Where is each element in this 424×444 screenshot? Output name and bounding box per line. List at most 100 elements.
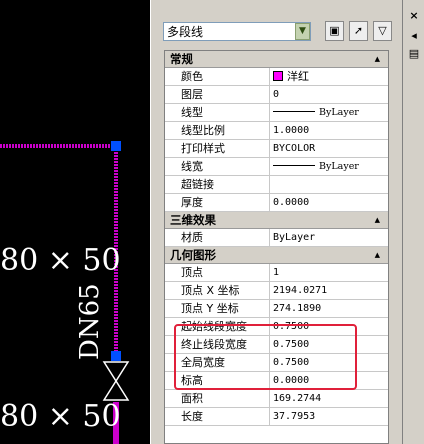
- dimension-text-bottom: 80 × 50: [0, 399, 121, 434]
- collapse-icon[interactable]: ▲: [375, 217, 380, 224]
- property-row[interactable]: 长度 37.7953: [165, 408, 388, 426]
- property-label: 标高: [165, 372, 270, 389]
- section-header[interactable]: 几何图形 ▲: [165, 247, 388, 264]
- property-label: 顶点: [165, 264, 270, 281]
- property-row[interactable]: 顶点 1: [165, 264, 388, 282]
- property-label: 线型: [165, 104, 270, 121]
- section-header[interactable]: 常规 ▲: [165, 51, 388, 68]
- property-value-text: 0.0000: [273, 197, 310, 208]
- close-icon[interactable]: ×: [407, 10, 421, 22]
- section-header[interactable]: 三维效果 ▲: [165, 212, 388, 229]
- property-value-text: BYCOLOR: [273, 143, 316, 154]
- property-label: 图层: [165, 86, 270, 103]
- property-value[interactable]: 洋红: [270, 68, 388, 85]
- property-value[interactable]: 0.7500: [270, 354, 388, 371]
- property-value-text: 0.7500: [273, 321, 310, 332]
- property-label: 终止线段宽度: [165, 336, 270, 353]
- property-row[interactable]: 线型 ByLayer: [165, 104, 388, 122]
- property-value[interactable]: 0.7500: [270, 336, 388, 353]
- section-title: 常规: [170, 52, 193, 66]
- property-row[interactable]: 超链接: [165, 176, 388, 194]
- property-value[interactable]: ByLayer: [270, 104, 388, 121]
- property-grid: 常规 ▲ 颜色 洋红 图层 0 线型 ByLayer 线型比例 1.0000 打印样式 BYCOLOR…: [164, 50, 389, 444]
- property-label: 线宽: [165, 158, 270, 175]
- property-label: 打印样式: [165, 140, 270, 157]
- grip-top-right[interactable]: [111, 141, 121, 151]
- select-objects-icon[interactable]: ▣: [325, 21, 344, 41]
- pipe-label: DN65: [75, 283, 105, 360]
- property-row[interactable]: 终止线段宽度 0.7500: [165, 336, 388, 354]
- linetype-sample: [273, 111, 315, 112]
- object-type-dropdown[interactable]: 多段线: [163, 22, 311, 41]
- property-row[interactable]: 打印样式 BYCOLOR: [165, 140, 388, 158]
- property-row[interactable]: 材质 ByLayer: [165, 229, 388, 247]
- property-row[interactable]: 全局宽度 0.7500: [165, 354, 388, 372]
- property-value[interactable]: 1: [270, 264, 388, 281]
- property-value-text: 0.7500: [273, 339, 310, 350]
- property-value-text: 0.0000: [273, 375, 310, 386]
- property-value[interactable]: 0.0000: [270, 372, 388, 389]
- chevron-down-icon[interactable]: ▼: [295, 23, 310, 40]
- property-row[interactable]: 颜色 洋红: [165, 68, 388, 86]
- property-value[interactable]: 2194.0271: [270, 282, 388, 299]
- property-label: 顶点 Y 坐标: [165, 300, 270, 317]
- property-value[interactable]: ByLayer: [270, 158, 388, 175]
- property-label: 超链接: [165, 176, 270, 193]
- autohide-icon[interactable]: ◂: [407, 30, 421, 42]
- property-value-text: ByLayer: [319, 161, 359, 172]
- property-value-text: ByLayer: [273, 232, 316, 243]
- property-value[interactable]: 169.2744: [270, 390, 388, 407]
- property-row[interactable]: 面积 169.2744: [165, 390, 388, 408]
- palette-titlebar: × ◂ ▤: [402, 0, 424, 444]
- section-title: 三维效果: [170, 213, 216, 227]
- drawing-canvas[interactable]: 80 × 50 80 × 50 DN65: [0, 0, 150, 444]
- property-value-text: 洋红: [287, 70, 309, 83]
- property-label: 线型比例: [165, 122, 270, 139]
- property-value[interactable]: 0: [270, 86, 388, 103]
- property-value-text: 1: [273, 267, 280, 278]
- linetype-sample: [273, 165, 315, 166]
- property-row[interactable]: 线宽 ByLayer: [165, 158, 388, 176]
- property-label: 厚度: [165, 194, 270, 211]
- property-row[interactable]: 起始线段宽度 0.7500: [165, 318, 388, 336]
- property-row[interactable]: 标高 0.0000: [165, 372, 388, 390]
- dimension-text-top: 80 × 50: [0, 243, 121, 278]
- property-row[interactable]: 顶点 Y 坐标 274.1890: [165, 300, 388, 318]
- property-value[interactable]: BYCOLOR: [270, 140, 388, 157]
- property-value[interactable]: 1.0000: [270, 122, 388, 139]
- property-value-text: 2194.0271: [273, 285, 328, 296]
- property-label: 材质: [165, 229, 270, 246]
- palette-toolbar: 多段线 ▼ ▣ ➚ ▽: [159, 20, 397, 44]
- toggle-pickadd-icon[interactable]: ➚: [349, 21, 368, 41]
- property-row[interactable]: 厚度 0.0000: [165, 194, 388, 212]
- properties-menu-icon[interactable]: ▤: [407, 48, 421, 60]
- property-value[interactable]: 37.7953: [270, 408, 388, 425]
- color-swatch: [273, 71, 283, 81]
- property-value[interactable]: 0.7500: [270, 318, 388, 335]
- property-value-text: 169.2744: [273, 393, 322, 404]
- property-label: 长度: [165, 408, 270, 425]
- property-label: 颜色: [165, 68, 270, 85]
- property-row[interactable]: 顶点 X 坐标 2194.0271: [165, 282, 388, 300]
- property-value-text: ByLayer: [319, 107, 359, 118]
- valve-symbol: [102, 361, 130, 401]
- property-value[interactable]: ByLayer: [270, 229, 388, 246]
- property-label: 起始线段宽度: [165, 318, 270, 335]
- property-value-text: 1.0000: [273, 125, 310, 136]
- collapse-icon[interactable]: ▲: [375, 252, 380, 259]
- property-value[interactable]: 0.0000: [270, 194, 388, 211]
- property-label: 面积: [165, 390, 270, 407]
- property-value-text: 274.1890: [273, 303, 322, 314]
- property-label: 顶点 X 坐标: [165, 282, 270, 299]
- property-value-text: 0: [273, 89, 280, 100]
- collapse-icon[interactable]: ▲: [375, 56, 380, 63]
- property-label: 全局宽度: [165, 354, 270, 371]
- grip-bottom[interactable]: [111, 351, 121, 361]
- property-value[interactable]: [270, 176, 388, 193]
- property-value[interactable]: 274.1890: [270, 300, 388, 317]
- properties-palette: 多段线 ▼ ▣ ➚ ▽ 常规 ▲ 颜色 洋红 图层 0 线型 ByLayer 线型比例 1.000…: [150, 0, 403, 444]
- section-title: 几何图形: [170, 248, 216, 262]
- property-row[interactable]: 线型比例 1.0000: [165, 122, 388, 140]
- quick-select-icon[interactable]: ▽: [373, 21, 392, 41]
- property-row[interactable]: 图层 0: [165, 86, 388, 104]
